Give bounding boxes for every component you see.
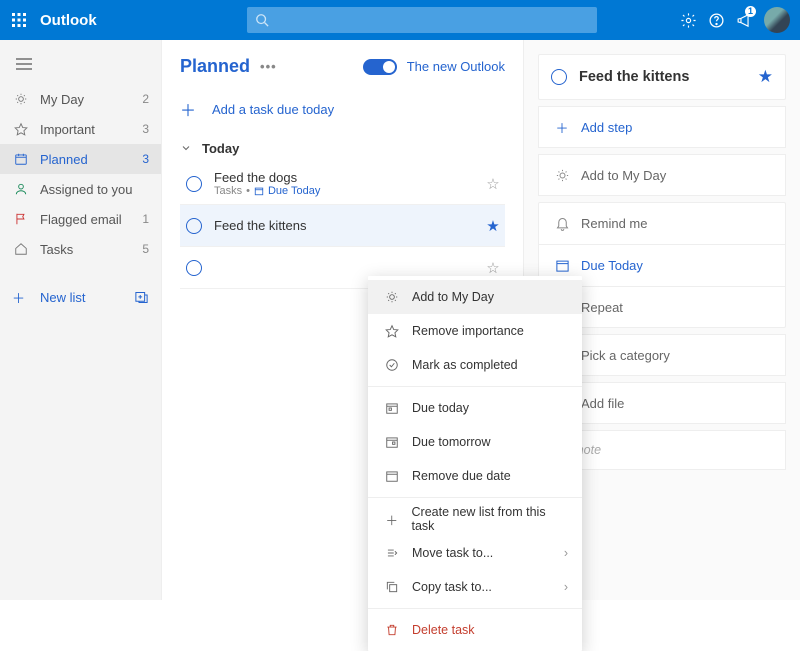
menu-delete-task[interactable]: Delete task bbox=[368, 613, 582, 647]
star-icon bbox=[12, 122, 30, 136]
trash-icon bbox=[382, 623, 402, 637]
toggle-label: The new Outlook bbox=[407, 59, 505, 74]
sidebar-item-planned[interactable]: Planned 3 bbox=[0, 144, 161, 174]
sidebar-item-label: Important bbox=[40, 122, 142, 137]
chevron-down-icon bbox=[180, 142, 202, 154]
check-circle-icon bbox=[382, 358, 402, 372]
menu-due-today[interactable]: Due today bbox=[368, 391, 582, 425]
sidebar-item-important[interactable]: Important 3 bbox=[0, 114, 161, 144]
add-step-button[interactable]: ＋ Add step bbox=[538, 106, 786, 148]
add-task-label: Add a task due today bbox=[212, 102, 334, 117]
help-icon[interactable] bbox=[702, 0, 730, 40]
sidebar-item-count: 3 bbox=[142, 122, 149, 136]
detail-header[interactable]: Feed the kittens ★ bbox=[538, 54, 786, 100]
sidebar-item-label: Tasks bbox=[40, 242, 142, 257]
sidebar-item-label: Planned bbox=[40, 152, 142, 167]
sidebar-item-count: 3 bbox=[142, 152, 149, 166]
menu-mark-completed[interactable]: Mark as completed bbox=[368, 348, 582, 382]
menu-add-my-day[interactable]: Add to My Day bbox=[368, 280, 582, 314]
calendar-icon bbox=[12, 152, 30, 166]
move-icon bbox=[382, 546, 402, 560]
complete-checkbox[interactable] bbox=[551, 69, 567, 85]
sun-icon bbox=[12, 92, 30, 106]
group-header-today[interactable]: Today bbox=[180, 133, 505, 163]
plus-icon: ＋ bbox=[382, 510, 402, 529]
sidebar-item-count: 2 bbox=[142, 92, 149, 106]
sun-icon bbox=[382, 290, 402, 304]
menu-due-tomorrow[interactable]: Due tomorrow bbox=[368, 425, 582, 459]
task-list-panel: Planned ••• The new Outlook ＋ Add a task… bbox=[162, 40, 524, 600]
menu-remove-importance[interactable]: Remove importance bbox=[368, 314, 582, 348]
new-list-label: New list bbox=[40, 290, 86, 305]
sidebar-item-count: 1 bbox=[142, 212, 149, 226]
complete-checkbox[interactable] bbox=[186, 218, 202, 234]
megaphone-icon[interactable]: 1 bbox=[730, 0, 758, 40]
star-icon bbox=[382, 324, 402, 338]
list-options-button[interactable]: ••• bbox=[260, 59, 277, 74]
notification-badge: 1 bbox=[745, 6, 756, 17]
sidebar-item-label: Assigned to you bbox=[40, 182, 149, 197]
sidebar-item-my-day[interactable]: My Day 2 bbox=[0, 84, 161, 114]
page-title: Planned bbox=[180, 56, 250, 77]
app-launcher-icon[interactable] bbox=[10, 11, 28, 29]
complete-checkbox[interactable] bbox=[186, 260, 202, 276]
home-icon bbox=[12, 242, 30, 256]
calendar-icon bbox=[551, 258, 573, 273]
menu-remove-due[interactable]: Remove due date bbox=[368, 459, 582, 493]
menu-move-task[interactable]: Move task to... › bbox=[368, 536, 582, 570]
person-icon bbox=[12, 182, 30, 196]
star-button[interactable]: ★ bbox=[758, 67, 773, 87]
add-to-my-day-button[interactable]: Add to My Day bbox=[538, 154, 786, 196]
new-group-icon[interactable] bbox=[134, 290, 149, 305]
hamburger-icon[interactable] bbox=[0, 52, 161, 84]
task-title: Feed the dogs bbox=[214, 170, 481, 185]
sidebar: My Day 2 Important 3 Planned 3 Assigned … bbox=[0, 40, 162, 600]
sidebar-item-label: Flagged email bbox=[40, 212, 142, 227]
copy-icon bbox=[382, 580, 402, 594]
menu-copy-task[interactable]: Copy task to... › bbox=[368, 570, 582, 604]
task-row[interactable]: Feed the kittens ★ bbox=[180, 205, 505, 247]
sun-icon bbox=[551, 168, 573, 183]
app-header: Outlook 1 bbox=[0, 0, 800, 40]
plus-icon: ＋ bbox=[12, 288, 30, 307]
sidebar-item-assigned[interactable]: Assigned to you bbox=[0, 174, 161, 204]
chevron-right-icon: › bbox=[564, 580, 568, 594]
calendar-remove-icon bbox=[382, 469, 402, 483]
menu-create-list[interactable]: ＋ Create new list from this task bbox=[368, 502, 582, 536]
bell-icon bbox=[551, 216, 573, 231]
star-button[interactable]: ☆ bbox=[481, 175, 505, 193]
task-meta: Tasks• Due Today bbox=[214, 185, 481, 197]
avatar[interactable] bbox=[764, 7, 790, 33]
sidebar-item-count: 5 bbox=[142, 242, 149, 256]
complete-checkbox[interactable] bbox=[186, 176, 202, 192]
task-title: Feed the kittens bbox=[214, 218, 481, 233]
plus-icon: ＋ bbox=[180, 97, 202, 121]
search-input[interactable] bbox=[247, 7, 597, 33]
brand-label: Outlook bbox=[40, 12, 97, 29]
task-row[interactable]: Feed the dogs Tasks• Due Today ☆ bbox=[180, 163, 505, 205]
chevron-right-icon: › bbox=[564, 546, 568, 560]
add-task-button[interactable]: ＋ Add a task due today bbox=[180, 91, 505, 127]
settings-icon[interactable] bbox=[674, 0, 702, 40]
group-label: Today bbox=[202, 141, 239, 156]
detail-title: Feed the kittens bbox=[579, 69, 758, 85]
star-button[interactable]: ☆ bbox=[481, 259, 505, 277]
calendar-today-icon bbox=[382, 401, 402, 415]
calendar-tomorrow-icon bbox=[382, 435, 402, 449]
plus-icon: ＋ bbox=[551, 118, 573, 137]
new-list-button[interactable]: ＋ New list bbox=[0, 280, 161, 314]
new-outlook-toggle[interactable] bbox=[363, 59, 397, 75]
task-context-menu: Add to My Day Remove importance Mark as … bbox=[368, 276, 582, 651]
flag-icon bbox=[12, 212, 30, 226]
sidebar-item-label: My Day bbox=[40, 92, 142, 107]
remind-me-button[interactable]: Remind me bbox=[538, 202, 786, 244]
sidebar-item-flagged[interactable]: Flagged email 1 bbox=[0, 204, 161, 234]
star-button[interactable]: ★ bbox=[481, 217, 505, 235]
sidebar-item-tasks[interactable]: Tasks 5 bbox=[0, 234, 161, 264]
